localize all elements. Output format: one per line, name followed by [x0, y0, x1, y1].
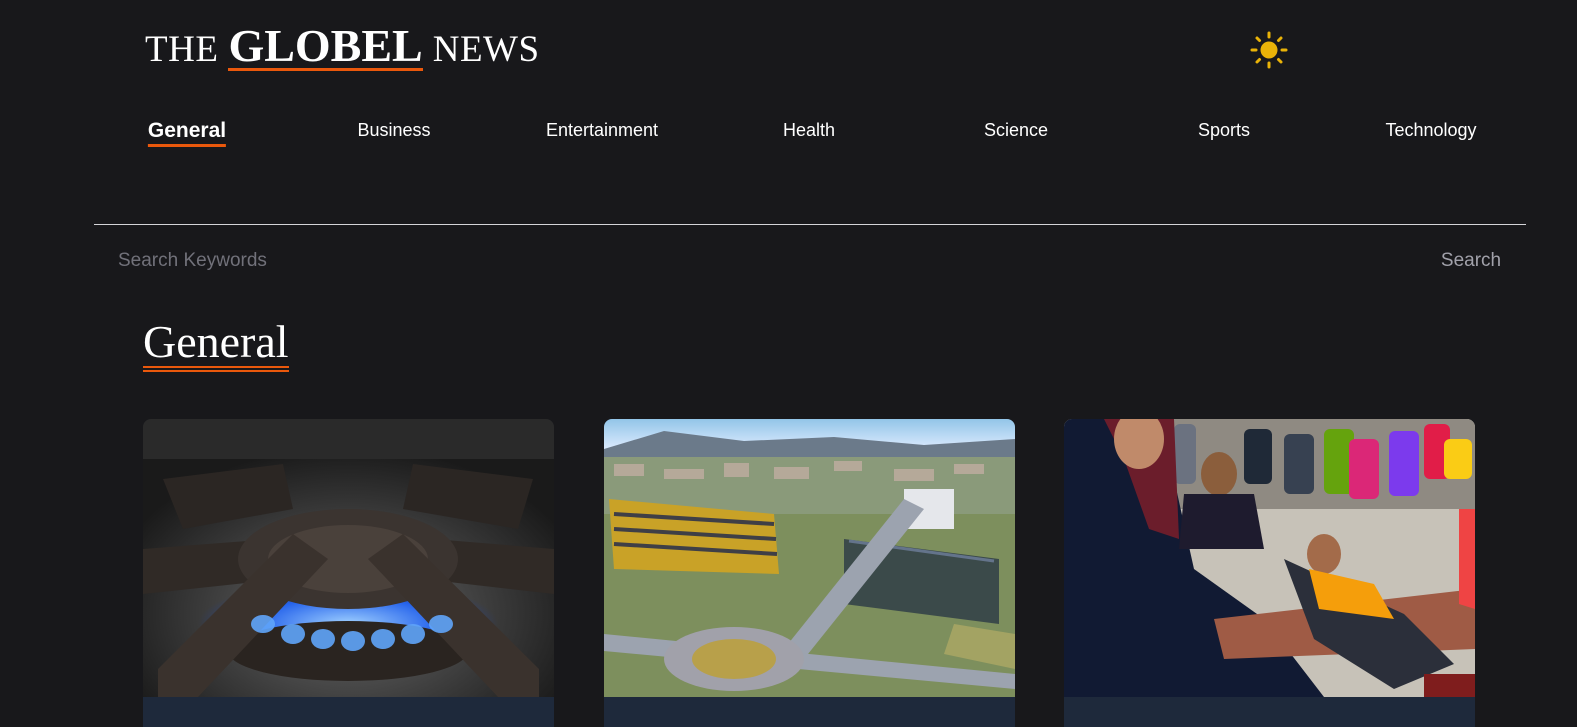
search-input[interactable]	[112, 244, 1304, 278]
refugee-family-tent-photo	[1064, 419, 1475, 697]
page: THE GLOBEL NEWS General Business Enterta…	[0, 0, 1577, 727]
logo-prefix: THE	[145, 29, 219, 70]
nav-item-sports[interactable]: Sports	[1198, 120, 1250, 141]
sun-icon	[1250, 31, 1288, 69]
category-nav: General Business Entertainment Health Sc…	[0, 118, 1577, 160]
nav-item-health[interactable]: Health	[783, 120, 835, 141]
card-body	[1064, 697, 1475, 727]
nav-item-business[interactable]: Business	[357, 120, 430, 141]
card-body	[604, 697, 1015, 727]
card-body	[143, 697, 554, 727]
news-card[interactable]	[143, 419, 554, 727]
nav-item-science[interactable]: Science	[984, 120, 1048, 141]
aerial-town-roundabout-photo	[604, 419, 1015, 697]
search-button[interactable]: Search	[1428, 244, 1514, 278]
news-card[interactable]	[1064, 419, 1475, 727]
header-divider	[94, 224, 1526, 225]
theme-toggle-button[interactable]	[1250, 31, 1288, 69]
site-logo[interactable]: THE GLOBEL NEWS	[145, 20, 540, 71]
logo-brand: GLOBEL	[228, 20, 423, 71]
nav-item-general[interactable]: General	[147, 118, 227, 147]
nav-item-entertainment[interactable]: Entertainment	[546, 120, 658, 141]
section-title: General	[143, 318, 289, 372]
gas-stove-burner-photo	[143, 419, 554, 697]
logo-suffix: NEWS	[432, 29, 540, 70]
news-card[interactable]	[604, 419, 1015, 727]
nav-item-technology[interactable]: Technology	[1385, 120, 1476, 141]
